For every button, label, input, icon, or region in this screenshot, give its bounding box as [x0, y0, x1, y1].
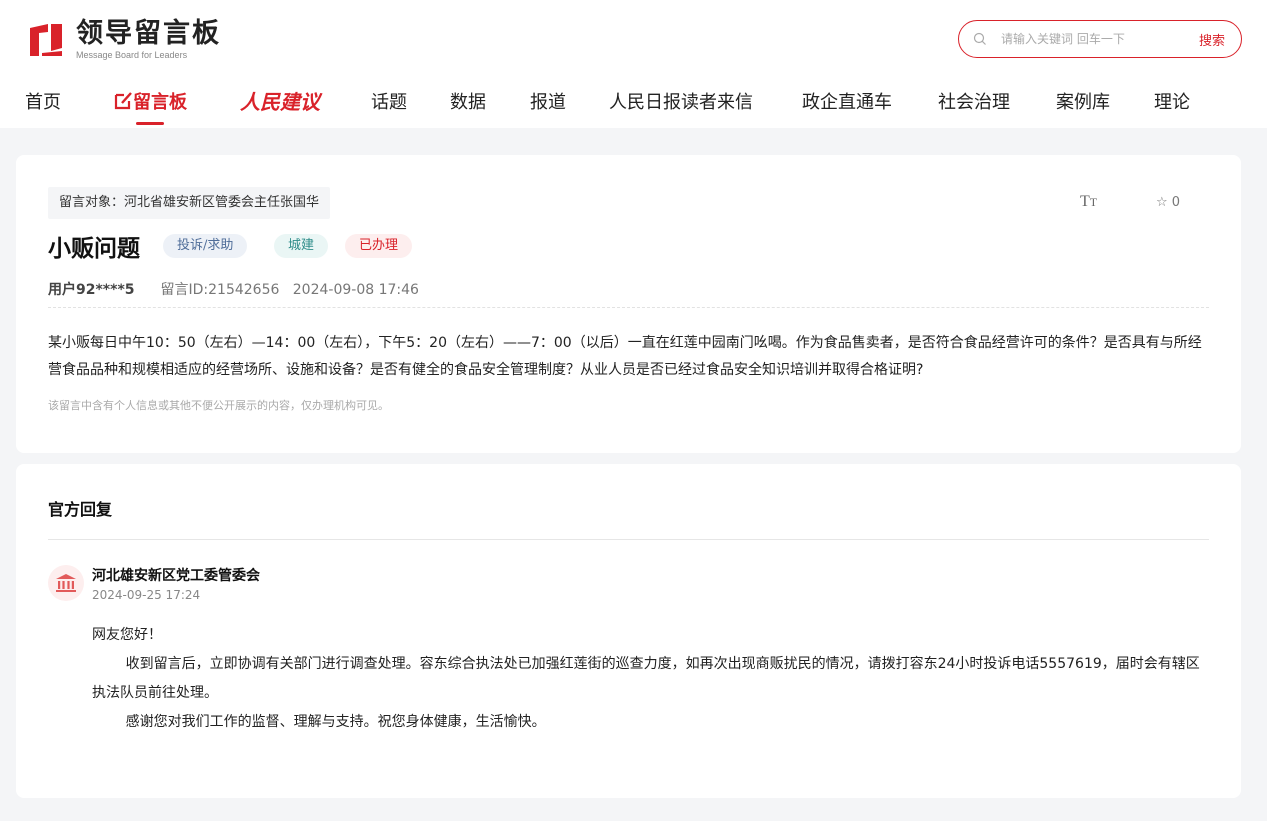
message-title: 小贩问题 — [48, 236, 140, 262]
message-card: 留言对象：河北省雄安新区管委会主任张国华 TT ☆ 0 小贩问题 投诉/求助 城… — [16, 155, 1241, 453]
main-nav: 首页 留言板 人民建议 话题 数据 报道 人民日报读者来信 政企直通车 社会治理… — [0, 82, 1267, 126]
reply-body: 网友您好！ 收到留言后，立即协调有关部门进行调查处理。容东综合执法处已加强红莲街… — [92, 621, 1212, 737]
font-size-icon[interactable]: TT — [1080, 193, 1097, 211]
nav-item-data[interactable]: 数据 — [450, 88, 486, 114]
meta-divider — [48, 307, 1209, 308]
logo-title: 领导留言板 — [76, 18, 221, 49]
reply-paragraph: 感谢您对我们工作的监督、理解与支持。祝您身体健康，生活愉快。 — [125, 714, 546, 730]
nav-item-home[interactable]: 首页 — [25, 88, 61, 114]
site-header: 领导留言板 Message Board for Leaders 搜索 首页 留言… — [0, 0, 1267, 128]
search-icon — [973, 32, 986, 45]
reply-card: 官方回复 河北雄安新区党工委管委会 2024-09-25 17:24 网友您好！… — [16, 464, 1241, 798]
government-building-icon — [56, 574, 76, 592]
nav-item-cases[interactable]: 案例库 — [1056, 88, 1110, 114]
message-user: 用户92****5 — [48, 282, 135, 298]
message-id: 留言ID:21542656 — [160, 282, 280, 298]
site-logo[interactable]: 领导留言板 Message Board for Leaders — [26, 18, 221, 62]
message-time: 2024-09-08 17:46 — [292, 282, 419, 298]
reply-section-title: 官方回复 — [48, 500, 113, 519]
reply-divider — [48, 539, 1209, 540]
reply-time: 2024-09-25 17:24 — [92, 588, 201, 602]
message-target: 留言对象：河北省雄安新区管委会主任张国华 — [48, 187, 331, 219]
logo-mark-icon — [30, 24, 62, 56]
nav-item-governance[interactable]: 社会治理 — [938, 88, 1010, 114]
reply-paragraph: 收到留言后，立即协调有关部门进行调查处理。容东综合执法处已加强红莲街的巡查力度，… — [92, 656, 1200, 701]
favorite-button[interactable]: ☆ 0 — [1156, 195, 1180, 210]
message-meta: 用户92****5 留言ID:21542656 2024-09-08 17:46 — [48, 279, 419, 299]
search-box: 搜索 — [958, 20, 1242, 58]
nav-item-reader-letters[interactable]: 人民日报读者来信 — [609, 88, 753, 114]
nav-active-indicator — [136, 122, 164, 125]
avatar — [48, 565, 84, 601]
nav-item-message-board-label: 留言板 — [133, 92, 187, 113]
tag-type: 投诉/求助 — [163, 234, 248, 258]
reply-org: 河北雄安新区党工委管委会 — [92, 568, 260, 584]
status-badge: 已办理 — [345, 234, 413, 258]
reply-greeting: 网友您好！ — [92, 627, 162, 643]
nav-item-topics[interactable]: 话题 — [371, 88, 407, 114]
message-content: 某小贩每日中午10：50（左右）—14：00（左右），下午5：20（左右）——7… — [48, 335, 1202, 378]
nav-item-message-board[interactable]: 留言板 — [114, 88, 187, 114]
tag-field: 城建 — [274, 234, 329, 258]
star-icon: ☆ — [1156, 195, 1168, 210]
nav-item-people-suggestion[interactable]: 人民建议 — [240, 86, 320, 115]
search-input[interactable] — [1001, 29, 1151, 49]
privacy-note: 该留言中含有个人信息或其他不便公开展示的内容，仅办理机构可见。 — [48, 399, 389, 412]
nav-item-enterprise[interactable]: 政企直通车 — [802, 88, 892, 114]
logo-subtitle: Message Board for Leaders — [76, 50, 188, 60]
search-button[interactable]: 搜索 — [1199, 30, 1225, 49]
nav-item-theory[interactable]: 理论 — [1154, 88, 1190, 114]
nav-item-reports[interactable]: 报道 — [530, 88, 566, 114]
favorite-count: 0 — [1171, 195, 1181, 210]
edit-icon — [114, 92, 132, 110]
